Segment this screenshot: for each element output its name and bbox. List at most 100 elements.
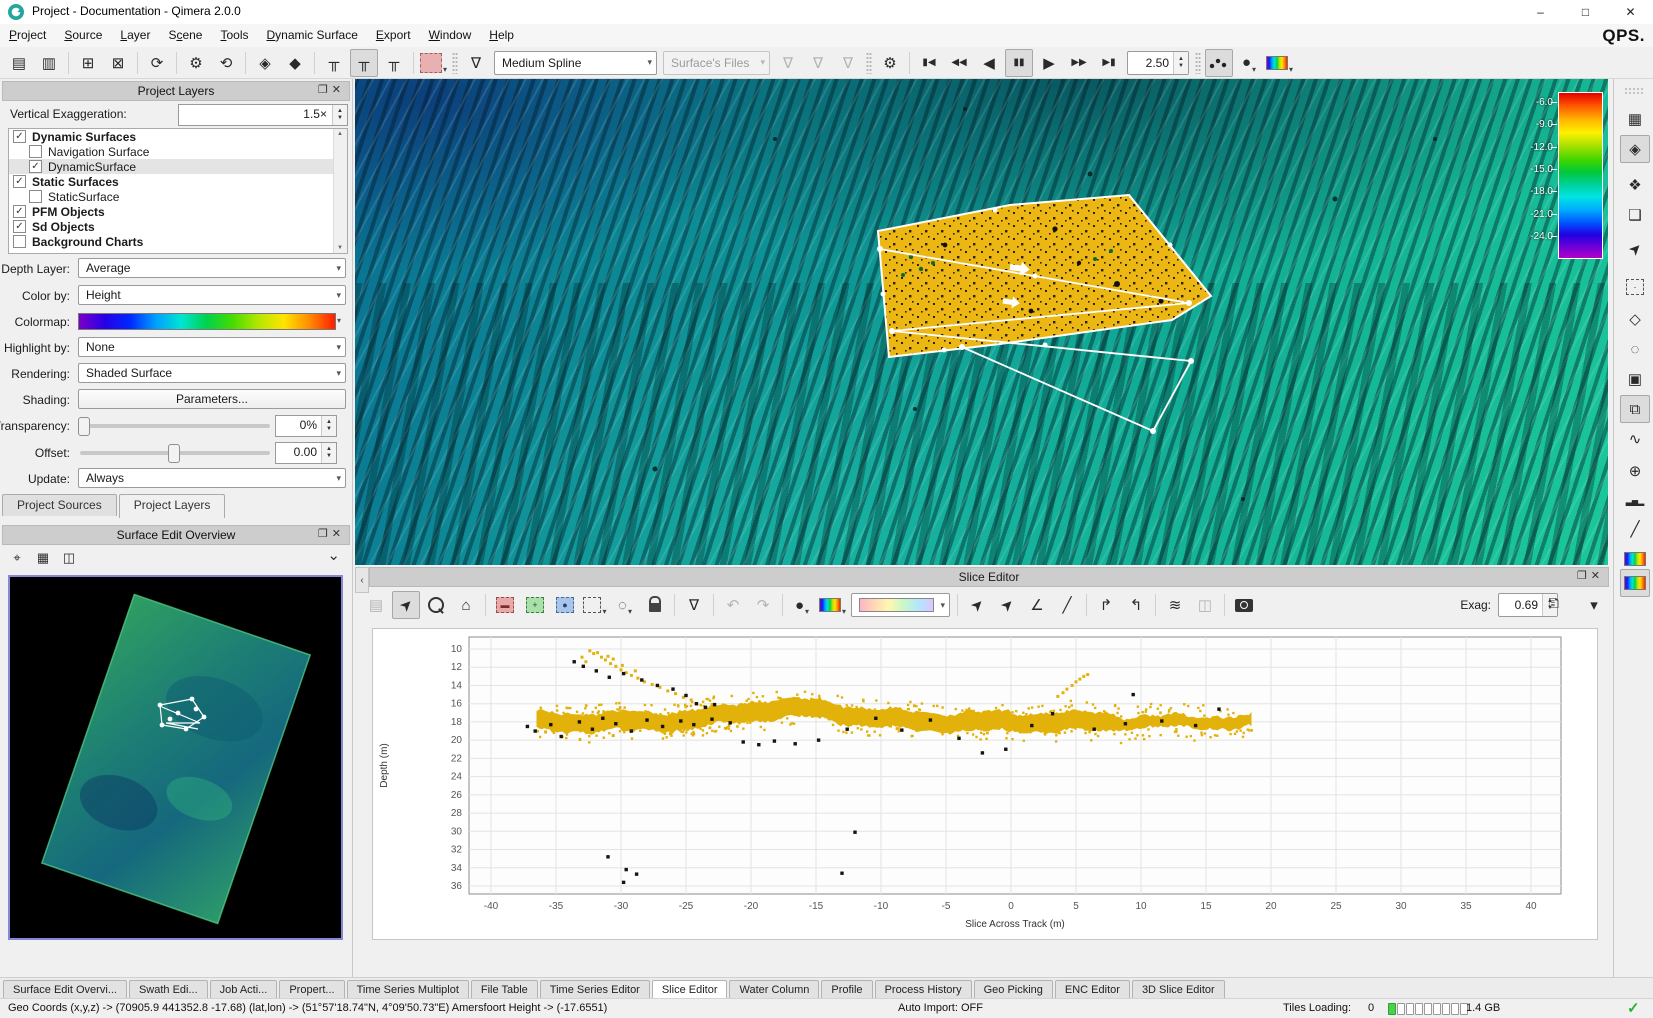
- tab-project-sources[interactable]: Project Sources: [2, 494, 117, 516]
- transparency-spinner[interactable]: 0%▲▼: [275, 415, 337, 437]
- layer-tree[interactable]: ✓Dynamic SurfacesNavigation Surface✓Dyna…: [8, 128, 348, 254]
- home-icon[interactable]: ⌂: [452, 591, 480, 619]
- dock-tab-time-series-editor[interactable]: Time Series Editor: [540, 980, 650, 999]
- colormap-icon[interactable]: ▾: [1265, 49, 1294, 77]
- select-polygon-icon[interactable]: ◇: [1620, 305, 1650, 333]
- point-size-menu-icon[interactable]: ●▾: [788, 591, 816, 619]
- checkbox[interactable]: ✓: [29, 160, 42, 173]
- select-rect-icon[interactable]: ·: [1620, 273, 1650, 301]
- flag-back-icon[interactable]: ↰: [1122, 591, 1150, 619]
- float-panel-icon[interactable]: ❐: [318, 528, 332, 540]
- tree-item-pfm-objects[interactable]: ✓PFM Objects: [9, 204, 347, 219]
- dock-tab-3d-slice-editor[interactable]: 3D Slice Editor: [1132, 980, 1225, 999]
- filter-expand-icon[interactable]: ∇: [834, 49, 862, 77]
- spline-mode-combo[interactable]: Medium Spline▾: [494, 51, 657, 75]
- dock-tab-file-table[interactable]: File Table: [471, 980, 538, 999]
- dredge-settings-icon[interactable]: ⚙: [876, 49, 904, 77]
- project-layers-header[interactable]: Project Layers ❐✕: [2, 81, 350, 101]
- skip-first-icon[interactable]: ▮◀: [915, 49, 943, 77]
- pointer-icon[interactable]: ➤: [1620, 235, 1650, 263]
- dock-tab-profile[interactable]: Profile: [821, 980, 872, 999]
- tree-item-dynamicsurface[interactable]: ✓DynamicSurface: [9, 159, 347, 174]
- accept-selection-icon[interactable]: +: [521, 591, 549, 619]
- highlight-by-combo[interactable]: None▾: [78, 337, 346, 357]
- pause-icon[interactable]: ▮▮: [1005, 49, 1033, 77]
- menu-scene[interactable]: Scene: [159, 24, 211, 46]
- import-source-icon[interactable]: ▤: [5, 49, 33, 77]
- fit-overview-icon[interactable]: ⌖: [5, 546, 29, 570]
- surface-edit-overview-map[interactable]: [8, 575, 343, 940]
- add-xyz-file-icon[interactable]: ⊠: [104, 49, 132, 77]
- dock-tab-job-acti-[interactable]: Job Acti...: [210, 980, 278, 999]
- update-combo[interactable]: Always▾: [78, 468, 346, 488]
- scene-3d-view[interactable]: -6.0-9.0-12.0-15.0-18.0-21.0-24.0: [355, 79, 1608, 565]
- surface-selection-polygon[interactable]: [878, 195, 1211, 357]
- menu-window[interactable]: Window: [420, 24, 481, 46]
- add-source-file-icon[interactable]: ⊞: [74, 49, 102, 77]
- colormap-settings-icon[interactable]: [1620, 569, 1650, 597]
- menu-export[interactable]: Export: [367, 24, 420, 46]
- slice-plot[interactable]: 1012141618202224262830323436-40-35-30-25…: [373, 629, 1597, 939]
- tab-project-layers[interactable]: Project Layers: [119, 494, 226, 518]
- colormap-menu-icon[interactable]: ▾: [818, 591, 847, 619]
- swath-edit-icon[interactable]: ╥: [380, 49, 408, 77]
- update-surface-icon[interactable]: ◈: [251, 49, 279, 77]
- float-panel-icon[interactable]: ❐: [1577, 570, 1591, 582]
- menu-tools[interactable]: Tools: [211, 24, 257, 46]
- filter-pin-icon[interactable]: ∇: [462, 49, 490, 77]
- close-panel-icon[interactable]: ✕: [332, 528, 345, 540]
- chevron-down-icon[interactable]: ⌄: [327, 546, 340, 564]
- playback-speed-spinner[interactable]: 2.50▲▼: [1127, 51, 1189, 75]
- float-panel-icon[interactable]: ❐: [318, 84, 332, 96]
- reset-view-icon[interactable]: ❑: [1620, 201, 1650, 229]
- select-ellipse-menu-icon[interactable]: ◌▾: [611, 591, 639, 619]
- transparency-slider-handle[interactable]: [78, 417, 90, 436]
- chevron-down-icon[interactable]: ▾: [1580, 591, 1608, 619]
- tiles-overview-icon[interactable]: ◫: [57, 546, 81, 570]
- maximize-button[interactable]: □: [1563, 0, 1608, 24]
- tree-item-sd-objects[interactable]: ✓Sd Objects: [9, 219, 347, 234]
- select-line-icon[interactable]: ∿: [1620, 425, 1650, 453]
- grid-overview-icon[interactable]: ▦: [31, 546, 55, 570]
- tree-scrollbar[interactable]: ▲▼: [333, 129, 347, 253]
- fast-forward-icon[interactable]: ▶▶: [1065, 49, 1093, 77]
- sounding-beam-icon[interactable]: ╥: [320, 49, 348, 77]
- chevron-down-icon[interactable]: ▾: [337, 316, 341, 325]
- checkbox[interactable]: ✓: [13, 175, 26, 188]
- dock-tab-enc-editor[interactable]: ENC Editor: [1055, 980, 1130, 999]
- show-points-icon[interactable]: [1205, 49, 1233, 77]
- pick-sounding-icon[interactable]: ➤: [963, 591, 991, 619]
- play-icon[interactable]: ▶: [1035, 49, 1063, 77]
- dock-tab-surface-edit-overvi-[interactable]: Surface Edit Overvi...: [3, 980, 127, 999]
- edit-polygon-icon[interactable]: ⧉: [1620, 395, 1650, 423]
- clean-soundings-icon[interactable]: ≋: [1161, 591, 1189, 619]
- redo-icon[interactable]: ↷: [749, 591, 777, 619]
- save-project-icon[interactable]: ▥: [35, 49, 63, 77]
- offset-slider-handle[interactable]: [168, 444, 180, 463]
- close-panel-icon[interactable]: ✕: [1591, 570, 1604, 582]
- point-size-icon[interactable]: ●▾: [1235, 49, 1263, 77]
- surface-files-combo[interactable]: Surface's Files▾: [663, 51, 770, 75]
- select-lasso-icon[interactable]: ◌: [1620, 335, 1650, 363]
- dock-tab-geo-picking[interactable]: Geo Picking: [974, 980, 1053, 999]
- profile-chart-icon[interactable]: ▃▅▂: [1620, 487, 1650, 515]
- transparency-slider[interactable]: [80, 424, 270, 428]
- menu-layer[interactable]: Layer: [111, 24, 159, 46]
- slice-edit-3d-icon[interactable]: ╥: [350, 49, 378, 77]
- menu-dynamic-surface[interactable]: Dynamic Surface: [258, 24, 367, 46]
- checkbox[interactable]: ✓: [13, 205, 26, 218]
- color-by-combo[interactable]: Height▾: [78, 285, 346, 305]
- tree-item-background-charts[interactable]: Background Charts: [9, 234, 347, 249]
- slice-editor-header[interactable]: Slice Editor ❐✕: [369, 567, 1609, 587]
- step-back-icon[interactable]: ◀: [975, 49, 1003, 77]
- rendering-combo[interactable]: Shaded Surface▾: [78, 363, 346, 383]
- tree-item-staticsurface[interactable]: StaticSurface: [9, 189, 347, 204]
- spinner-arrows[interactable]: ▲▼: [332, 105, 347, 125]
- globe-icon[interactable]: ⊕: [1620, 457, 1650, 485]
- checkbox[interactable]: [29, 190, 42, 203]
- snapshot-icon[interactable]: [1230, 591, 1258, 619]
- menu-source[interactable]: Source: [55, 24, 111, 46]
- filter-box-icon[interactable]: ∇: [804, 49, 832, 77]
- save-icon[interactable]: ▤: [362, 591, 390, 619]
- close-button[interactable]: ✕: [1608, 0, 1653, 24]
